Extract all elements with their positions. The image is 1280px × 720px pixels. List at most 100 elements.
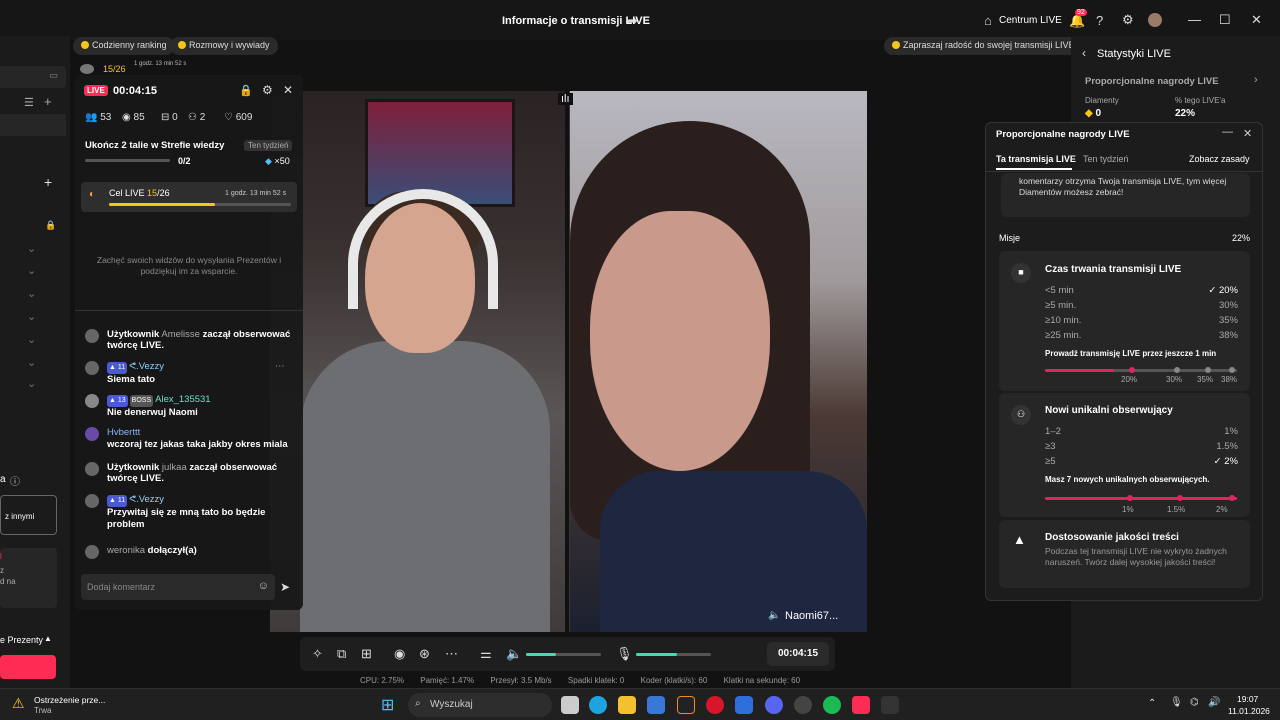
minimize-icon[interactable]: —	[1222, 126, 1233, 138]
mission-quality-card: ▲ Dostosowanie jakości treści Podczas te…	[999, 520, 1250, 588]
tip-pill[interactable]: Zapraszaj radość do swojej transmisji LI…	[884, 37, 1083, 55]
rules-link[interactable]: Zobacz zasady	[1189, 154, 1250, 164]
gear-icon[interactable]: ⚙	[262, 83, 273, 97]
home-icon[interactable]: ⌂	[984, 13, 992, 28]
close-icon[interactable]: ✕	[1251, 12, 1262, 28]
help-icon[interactable]: ⓘ	[10, 473, 20, 488]
layout-icon[interactable]: ılı	[558, 93, 573, 105]
text-input[interactable]: z innymi	[0, 495, 57, 535]
speaker-icon[interactable]: 🔈	[768, 610, 780, 621]
stats-section[interactable]: Proporcjonalne nagrody LIVE	[1085, 76, 1219, 87]
magic-wand-icon[interactable]: ✧	[312, 646, 323, 662]
chat-message[interactable]: ▲ 11 ᕙ.Vezzy Przywitaj się ze mną tato bo …	[85, 494, 295, 531]
settings-icon[interactable]	[794, 696, 812, 714]
windows-start-icon[interactable]: ⊞	[381, 695, 394, 715]
chat-message[interactable]: ▲ 11 ᕙ.Vezzy Siema tato ⋯	[85, 361, 295, 386]
chevron-right-icon[interactable]: ›	[1254, 74, 1258, 86]
goal-label: Cel LIVE 15/26	[109, 188, 170, 198]
comment-input[interactable]: Dodaj komentarz ☺	[81, 574, 275, 600]
send-icon[interactable]: ➤	[280, 580, 290, 594]
taskbar: ⚠ Ostrzeżenie prze... Trwa ⊞ ⌕ Wyszukaj …	[0, 688, 1280, 720]
chevron-up-icon[interactable]: ⌃	[1148, 698, 1156, 709]
volume-slider[interactable]	[526, 653, 601, 656]
sidebar-item[interactable]: ▭	[0, 66, 66, 88]
warning-icon[interactable]: ⚠	[12, 695, 25, 712]
chevron-down-icon[interactable]: ⌄	[27, 264, 36, 277]
add-icon[interactable]: +	[44, 174, 52, 190]
task-view-icon[interactable]	[561, 696, 579, 714]
section-heading: a	[0, 474, 6, 485]
chevron-down-icon[interactable]: ⌄	[27, 310, 36, 323]
screen-share-icon[interactable]: ⧉	[337, 646, 346, 662]
action-button[interactable]	[0, 655, 56, 679]
warning-title[interactable]: Ostrzeżenie prze...	[34, 695, 105, 705]
microphone-icon[interactable]: 🎙	[1170, 697, 1183, 708]
close-icon[interactable]: ✕	[283, 83, 293, 97]
speaker-icon[interactable]: 🔊	[1208, 697, 1220, 708]
chat-message[interactable]: Użytkownik julkaa zaczął obserwować twór…	[85, 462, 295, 484]
avatar	[85, 427, 99, 441]
edge-icon[interactable]	[589, 696, 607, 714]
mini-goal-progress: 15/26	[103, 64, 126, 74]
video-preview[interactable]: ılı 🔈 Naomi67...	[270, 91, 867, 632]
chevron-down-icon[interactable]: ⌄	[27, 287, 36, 300]
share-icon[interactable]: ➦	[627, 13, 638, 29]
record-icon[interactable]: ◉	[394, 646, 405, 662]
gear-icon[interactable]: ⚙	[1122, 12, 1134, 28]
apps-grid-icon[interactable]	[735, 696, 753, 714]
network-icon[interactable]: ⌬	[1190, 697, 1199, 708]
taskbar-search[interactable]: ⌕ Wyszukaj	[408, 693, 552, 717]
chevron-down-icon[interactable]: ⌄	[27, 356, 36, 369]
caret-up-icon[interactable]: ▲	[44, 634, 52, 643]
divider	[75, 310, 303, 311]
epic-games-icon[interactable]	[881, 696, 899, 714]
mission-row: ≥5 ✓ 2%	[1045, 456, 1238, 467]
more-options-icon[interactable]: ⋯	[275, 361, 285, 372]
centrum-live-button[interactable]: Centrum LIVE	[999, 15, 1062, 26]
back-icon[interactable]: ‹	[1082, 46, 1086, 60]
prezenty-dropdown[interactable]: e Prezenty	[0, 635, 43, 645]
volume-icon[interactable]: 🔈	[506, 646, 522, 662]
tiktok-live-icon[interactable]	[852, 696, 870, 714]
chevron-down-icon[interactable]: ⌄	[27, 377, 36, 390]
rozmowy-pill[interactable]: Rozmowy i wywiady	[170, 37, 278, 55]
minimize-icon[interactable]: —	[1188, 12, 1201, 27]
store-icon[interactable]	[647, 696, 665, 714]
close-icon[interactable]: ✕	[1243, 127, 1252, 140]
microphone-icon[interactable]: 🎙	[616, 646, 633, 662]
clock-time[interactable]: 19:07	[1237, 694, 1258, 704]
mic-slider[interactable]	[636, 653, 711, 656]
folder-icon[interactable]	[618, 696, 636, 714]
live-goal-card[interactable]: ◐ Cel LIVE 15/26 1 godz. 13 min 52 s	[81, 182, 297, 212]
tab-this-week[interactable]: Ten tydzień	[1083, 154, 1129, 164]
chevron-down-icon[interactable]: ⌄	[27, 242, 36, 255]
trophy-icon	[81, 41, 89, 49]
tab-this-live[interactable]: Ta transmisja LIVE	[996, 154, 1076, 164]
add-source-icon[interactable]: ⊞	[361, 646, 372, 662]
lock-icon[interactable]: 🔒	[239, 84, 253, 97]
avatar[interactable]	[1148, 13, 1162, 27]
ranking-pill[interactable]: Codzienny ranking	[73, 37, 175, 55]
row-value: ✓ 20%	[1208, 285, 1238, 296]
diamond-icon: ◆	[1085, 108, 1093, 119]
maximize-icon[interactable]: ☐	[1219, 12, 1231, 28]
more-icon[interactable]: ⋯	[445, 646, 458, 662]
emoji-icon[interactable]: ☺	[258, 580, 269, 592]
camera-switch-icon[interactable]: ⊛	[419, 646, 430, 662]
list-icon[interactable]: ☰	[24, 96, 34, 109]
sidebar-item-selected[interactable]	[0, 114, 66, 136]
clock-date[interactable]: 11.01.2026	[1228, 706, 1270, 716]
chat-message[interactable]: Hvberttt wczoraj tez jakas taka jakby okr…	[85, 427, 295, 451]
diamond-icon: ◆	[265, 156, 272, 166]
discord-icon[interactable]	[765, 696, 783, 714]
chat-message[interactable]: ▲ 13 BOSS Alex_135531 Nie denerwuj Naomi	[85, 394, 295, 419]
chat-message[interactable]: weronika dołączył(a)	[85, 545, 295, 559]
app-icon[interactable]	[677, 696, 695, 714]
adjust-icon[interactable]: ⚌	[480, 646, 492, 662]
chat-message[interactable]: Użytkownik Amelisse zaczął obserwować tw…	[85, 329, 295, 351]
add-icon[interactable]: +	[44, 94, 52, 109]
help-icon[interactable]: ?	[1096, 13, 1103, 28]
opera-icon[interactable]	[706, 696, 724, 714]
spotify-icon[interactable]	[823, 696, 841, 714]
chevron-down-icon[interactable]: ⌄	[27, 333, 36, 346]
